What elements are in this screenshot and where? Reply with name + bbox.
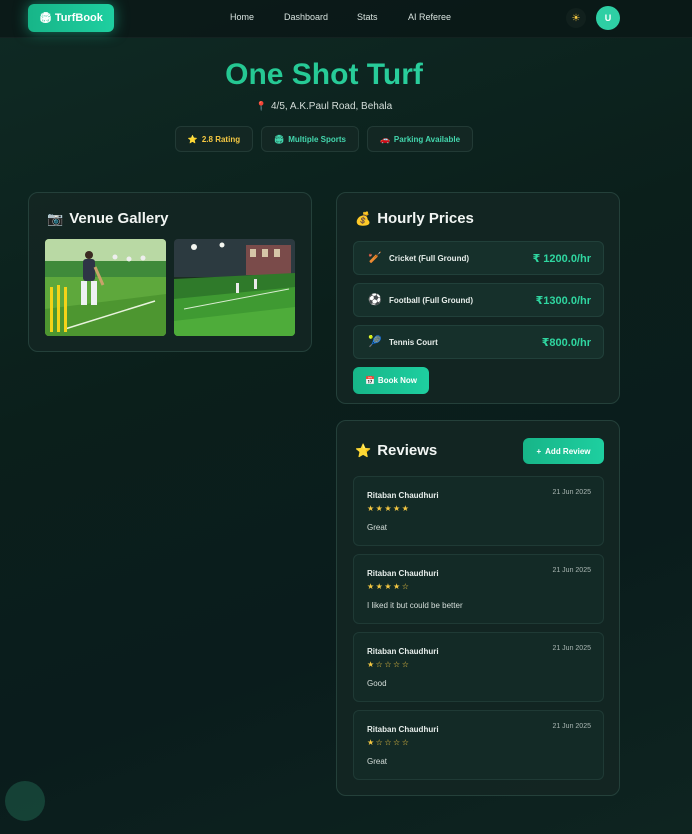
- nav-link-stats[interactable]: Stats: [357, 12, 378, 22]
- stadium-icon: 🏟: [39, 12, 52, 24]
- price-row-cricket: 🏏 Cricket (Full Ground) ₹ 1200.0/hr: [353, 241, 604, 275]
- location-pin-icon: 📍: [255, 101, 267, 111]
- gallery-photo-turf[interactable]: [174, 239, 295, 336]
- sport-price: ₹1300.0/hr: [535, 295, 591, 307]
- nav-link-home[interactable]: Home: [230, 12, 254, 22]
- parking-badge-label: Parking Available: [393, 134, 461, 144]
- price-row-tennis: 🎾 Tennis Court ₹800.0/hr: [353, 325, 604, 359]
- review-stars: ★☆☆☆☆: [367, 738, 411, 747]
- address-text: 4/5, A.K.Paul Road, Behala: [271, 101, 393, 112]
- money-bag-icon: 💰: [355, 210, 372, 226]
- gallery-heading: 📷 Venue Gallery: [47, 210, 168, 227]
- camera-icon: 📷: [47, 210, 64, 226]
- theme-toggle-button[interactable]: ☀: [566, 8, 586, 28]
- sports-badge-label: Multiple Sports: [288, 134, 346, 144]
- top-navbar: 🏟 TurfBook Home Dashboard Stats AI Refer…: [0, 0, 692, 38]
- hourly-prices-card: 💰 Hourly Prices 🏏 Cricket (Full Ground) …: [336, 192, 620, 404]
- star-icon: ⭐: [355, 442, 372, 458]
- brand-name: TurfBook: [54, 12, 103, 24]
- reviewer-name: Ritaban Chaudhuri: [367, 647, 439, 656]
- review-item: Ritaban Chaudhuri 21 Jun 2025 ★☆☆☆☆ Grea…: [353, 710, 604, 780]
- rating-badge-label: 2.8 Rating: [201, 134, 241, 144]
- prices-heading: 💰 Hourly Prices: [355, 210, 474, 227]
- gallery-photo-cricket[interactable]: [45, 239, 166, 336]
- review-item: Ritaban Chaudhuri 21 Jun 2025 ★★★★☆ I li…: [353, 554, 604, 624]
- football-icon: ⚽: [368, 294, 382, 306]
- user-avatar[interactable]: U: [596, 6, 620, 30]
- turf-photo-image: [174, 239, 295, 336]
- cricket-icon: 🏏: [368, 252, 382, 264]
- review-stars: ★☆☆☆☆: [367, 660, 411, 669]
- review-date: 21 Jun 2025: [552, 723, 591, 730]
- star-icon: ⭐: [187, 134, 198, 144]
- add-review-label: Add Review: [545, 446, 591, 456]
- review-stars: ★★★★★: [367, 504, 411, 513]
- review-item: Ritaban Chaudhuri 21 Jun 2025 ★☆☆☆☆ Good: [353, 632, 604, 702]
- nav-link-dashboard[interactable]: Dashboard: [284, 12, 328, 22]
- sport-price: ₹800.0/hr: [541, 337, 591, 349]
- venue-gallery-card: 📷 Venue Gallery: [28, 192, 312, 352]
- sports-badge: 🏟 Multiple Sports: [261, 126, 359, 152]
- book-now-button[interactable]: 📅 Book Now: [353, 367, 429, 394]
- venue-address: 📍 4/5, A.K.Paul Road, Behala: [0, 101, 648, 112]
- nav-link-ai-referee[interactable]: AI Referee: [408, 12, 451, 22]
- parking-badge: 🚗 Parking Available: [367, 126, 473, 152]
- prices-title: Hourly Prices: [377, 210, 474, 227]
- review-text: Great: [367, 757, 388, 766]
- review-date: 21 Jun 2025: [552, 645, 591, 652]
- price-row-football: ⚽ Football (Full Ground) ₹1300.0/hr: [353, 283, 604, 317]
- reviewer-name: Ritaban Chaudhuri: [367, 725, 439, 734]
- sport-price: ₹ 1200.0/hr: [532, 253, 591, 265]
- add-review-button[interactable]: + Add Review: [523, 438, 604, 464]
- rating-badge: ⭐ 2.8 Rating: [175, 126, 253, 152]
- review-item: Ritaban Chaudhuri 21 Jun 2025 ★★★★★ Grea…: [353, 476, 604, 546]
- stadium-icon: 🏟: [274, 134, 285, 144]
- plus-icon: +: [536, 446, 542, 456]
- cricket-photo-image: [45, 239, 166, 336]
- review-stars: ★★★★☆: [367, 582, 411, 591]
- gallery-title: Venue Gallery: [69, 210, 169, 227]
- car-icon: 🚗: [379, 134, 390, 144]
- review-text: I liked it but could be better: [367, 601, 463, 610]
- venue-title: One Shot Turf: [0, 58, 648, 92]
- book-now-label: Book Now: [377, 376, 418, 385]
- sport-name: Tennis Court: [389, 338, 438, 347]
- avatar-letter: U: [604, 13, 612, 23]
- sport-name: Football (Full Ground): [389, 296, 473, 305]
- sun-icon: ☀: [571, 12, 581, 24]
- reviews-title: Reviews: [377, 442, 438, 459]
- calendar-icon: 📅: [364, 376, 375, 385]
- reviews-heading: ⭐ Reviews: [355, 442, 437, 459]
- reviewer-name: Ritaban Chaudhuri: [367, 491, 439, 500]
- brand-logo-button[interactable]: 🏟 TurfBook: [28, 4, 114, 32]
- reviewer-name: Ritaban Chaudhuri: [367, 569, 439, 578]
- review-text: Great: [367, 523, 388, 532]
- review-text: Good: [367, 679, 387, 688]
- review-date: 21 Jun 2025: [552, 567, 591, 574]
- sport-name: Cricket (Full Ground): [389, 254, 469, 263]
- reviews-card: ⭐ Reviews + Add Review Ritaban Chaudhuri…: [336, 420, 620, 796]
- review-date: 21 Jun 2025: [552, 489, 591, 496]
- tennis-icon: 🎾: [368, 336, 382, 348]
- floating-chat-bubble[interactable]: [5, 781, 45, 821]
